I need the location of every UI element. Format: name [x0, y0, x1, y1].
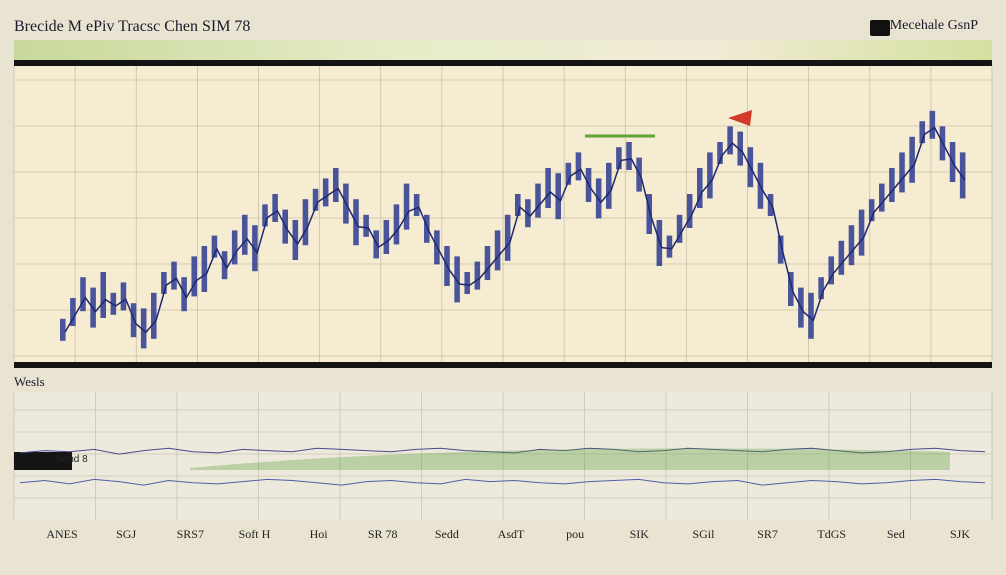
price-bar — [201, 246, 208, 292]
price-bar — [889, 168, 895, 202]
price-bar — [899, 152, 905, 193]
price-bar — [272, 194, 278, 222]
price-bar — [393, 204, 400, 245]
x-tick-label: TdGS — [817, 527, 847, 541]
price-bar — [838, 240, 845, 275]
x-tick-label: SGil — [692, 527, 715, 541]
price-bar — [727, 126, 733, 155]
price-bar — [191, 256, 198, 297]
main-plot-bottom-bar — [14, 362, 992, 368]
price-bar — [413, 194, 420, 216]
x-tick-label: Soft H — [238, 527, 271, 541]
x-tick-label: SR 78 — [367, 527, 398, 541]
x-tick-label: Sed — [886, 527, 905, 541]
chart-canvas: Sehd 8 — [13, 60, 993, 520]
x-tick-label: SR7 — [757, 527, 778, 541]
price-bar — [464, 272, 471, 294]
price-bar — [879, 183, 885, 212]
price-bar — [575, 152, 582, 181]
price-bar — [252, 225, 258, 272]
x-tick-label: SIK — [629, 527, 649, 541]
price-bar — [322, 178, 329, 207]
x-tick-label: SRS7 — [176, 527, 204, 541]
price-bar — [474, 261, 481, 290]
chart-screenshot: Brecide M ePiv Tracsc Chen SIM 78 Meceha… — [0, 0, 1006, 575]
price-bar — [333, 168, 339, 202]
price-bar — [363, 214, 369, 237]
price-bar — [666, 235, 673, 258]
price-bar — [171, 261, 177, 290]
price-bar — [151, 292, 157, 339]
x-tick-label: AsdT — [497, 527, 525, 541]
main-plot-top-bar — [14, 60, 992, 66]
price-bar — [403, 183, 410, 230]
price-bar — [484, 246, 491, 280]
price-bar — [504, 214, 511, 261]
x-tick-label: ANES — [46, 527, 78, 541]
price-bar — [848, 225, 855, 266]
lower-badge-label: Sehd 8 — [56, 454, 88, 465]
price-bar — [929, 110, 936, 139]
x-tick-label: Hoi — [309, 527, 328, 541]
price-bar — [302, 199, 309, 246]
price-bar — [494, 230, 501, 271]
price-bar — [242, 214, 248, 255]
price-bar — [535, 183, 541, 218]
price-bar — [383, 220, 390, 254]
price-bar — [767, 194, 774, 216]
x-tick-label: pou — [566, 527, 585, 541]
lower-panel-label: Wesls — [14, 374, 45, 389]
price-bar — [120, 282, 127, 311]
price-bar — [707, 152, 713, 199]
price-bar — [60, 318, 66, 341]
x-tick-label: SJK — [949, 527, 971, 541]
price-bar — [545, 168, 551, 208]
x-tick-label: Sedd — [434, 527, 459, 541]
price-bar — [858, 209, 865, 256]
price-bar — [626, 142, 632, 170]
price-bar — [909, 136, 915, 183]
price-bar — [100, 272, 107, 318]
x-tick-label: SGJ — [116, 527, 137, 541]
price-bar — [130, 303, 137, 338]
price-bar — [606, 162, 612, 209]
